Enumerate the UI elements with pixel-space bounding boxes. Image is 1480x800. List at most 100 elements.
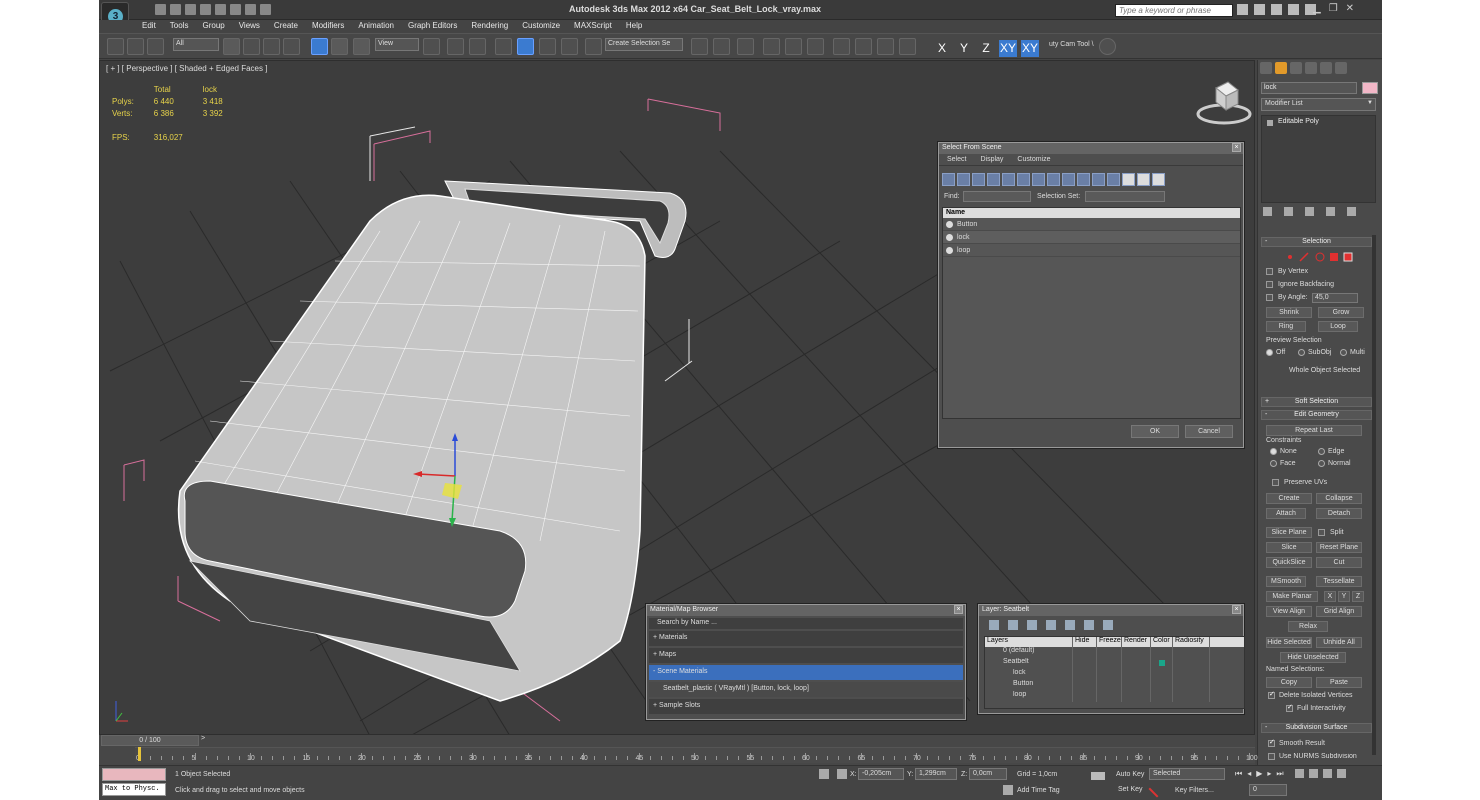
set-key-button[interactable]: Set Key bbox=[1118, 786, 1143, 793]
hide-all-layers-icon[interactable] bbox=[1084, 620, 1094, 630]
vray-icon[interactable] bbox=[1099, 38, 1116, 55]
close-icon[interactable]: × bbox=[1232, 143, 1241, 152]
show-end-result-icon[interactable] bbox=[1284, 207, 1293, 216]
close-icon[interactable]: × bbox=[954, 605, 963, 614]
restrict-xy-button[interactable]: XY bbox=[999, 40, 1017, 57]
configure-sets-icon[interactable] bbox=[1347, 207, 1356, 216]
preview-multi-radio[interactable] bbox=[1340, 349, 1347, 356]
zoom-icon[interactable] bbox=[1295, 769, 1304, 778]
select-dialog-titlebar[interactable]: Select From Scene × bbox=[939, 143, 1243, 154]
constraint-face-radio[interactable] bbox=[1270, 460, 1277, 467]
preview-off-radio[interactable] bbox=[1266, 349, 1273, 356]
menu-modifiers[interactable]: Modifiers bbox=[305, 20, 351, 33]
subscription-icon[interactable] bbox=[1254, 4, 1265, 15]
render-setup-icon[interactable] bbox=[855, 38, 872, 55]
preview-subobj-radio[interactable] bbox=[1298, 349, 1305, 356]
grow-button[interactable]: Grow bbox=[1318, 307, 1364, 318]
redo-icon[interactable] bbox=[215, 4, 226, 15]
material-browser-titlebar[interactable]: Material/Map Browser × bbox=[647, 605, 965, 616]
pivot-center-icon[interactable] bbox=[423, 38, 440, 55]
list-item[interactable]: lock bbox=[943, 231, 1240, 244]
time-slider-next-icon[interactable]: > bbox=[201, 735, 207, 746]
select-dialog-menu-select[interactable]: Select bbox=[947, 156, 966, 163]
subobject-level-icons[interactable] bbox=[1286, 251, 1356, 263]
scene-materials-group[interactable]: - Scene Materials bbox=[649, 665, 963, 680]
current-frame-marker[interactable] bbox=[138, 747, 141, 761]
stack-item-editable-poly[interactable]: Editable Poly bbox=[1264, 118, 1373, 128]
planar-y-button[interactable]: Y bbox=[1338, 591, 1350, 602]
name-column-header[interactable]: Name bbox=[943, 208, 1240, 218]
ok-button[interactable]: OK bbox=[1131, 425, 1179, 438]
make-unique-icon[interactable] bbox=[1305, 207, 1314, 216]
copy-button[interactable]: Copy bbox=[1266, 677, 1312, 688]
maxscript-listener-mini[interactable] bbox=[102, 768, 166, 781]
go-to-start-icon[interactable]: ⏮ bbox=[1235, 769, 1242, 779]
tessellate-button[interactable]: Tessellate bbox=[1316, 576, 1362, 587]
add-time-tag-button[interactable]: Add Time Tag bbox=[1017, 787, 1060, 794]
hide-column-header[interactable]: Hide bbox=[1073, 637, 1097, 647]
cancel-button[interactable]: Cancel bbox=[1185, 425, 1233, 438]
layer-object-name[interactable]: lock bbox=[985, 669, 1073, 680]
layer-color-swatch[interactable] bbox=[1159, 660, 1165, 666]
layer-object-name[interactable]: loop bbox=[985, 691, 1073, 702]
ring-button[interactable]: Ring bbox=[1266, 321, 1306, 332]
subdivision-surface-rollout-header[interactable]: - Subdivision Surface bbox=[1261, 723, 1372, 733]
play-icon[interactable]: ▶ bbox=[1256, 769, 1262, 779]
percent-snap-icon[interactable] bbox=[539, 38, 556, 55]
by-angle-checkbox[interactable] bbox=[1266, 294, 1273, 301]
slice-plane-button[interactable]: Slice Plane bbox=[1266, 527, 1312, 538]
slice-button[interactable]: Slice bbox=[1266, 542, 1312, 553]
minimize-icon[interactable]: ▁ bbox=[1313, 3, 1321, 14]
absolute-mode-icon[interactable] bbox=[837, 769, 847, 779]
y-coord-field[interactable]: 1,299cm bbox=[915, 768, 957, 780]
delete-isolated-checkbox[interactable] bbox=[1268, 690, 1275, 699]
create-button[interactable]: Create bbox=[1266, 493, 1312, 504]
key-selection-dropdown[interactable]: Selected bbox=[1149, 768, 1225, 780]
remove-modifier-icon[interactable] bbox=[1326, 207, 1335, 216]
layers-column-header[interactable]: Layers bbox=[985, 637, 1073, 647]
favorites-icon[interactable] bbox=[1288, 4, 1299, 15]
lights-filter-icon[interactable] bbox=[972, 173, 985, 186]
list-item[interactable]: Button bbox=[943, 218, 1240, 231]
mirror-icon[interactable] bbox=[691, 38, 708, 55]
list-item[interactable]: loop bbox=[943, 244, 1240, 257]
maxscript-input[interactable]: Max to Physc. bbox=[102, 783, 166, 796]
cut-button[interactable]: Cut bbox=[1316, 557, 1362, 568]
viewcube-icon[interactable] bbox=[1194, 78, 1254, 126]
paste-button[interactable]: Paste bbox=[1316, 677, 1362, 688]
select-and-rotate-icon[interactable] bbox=[331, 38, 348, 55]
utilities-tab-icon[interactable] bbox=[1335, 62, 1347, 74]
hide-selected-button[interactable]: Hide Selected bbox=[1266, 637, 1312, 648]
render-production-icon[interactable] bbox=[899, 38, 916, 55]
modify-tab-icon[interactable] bbox=[1275, 62, 1287, 74]
align-icon[interactable] bbox=[713, 38, 730, 55]
menu-tools[interactable]: Tools bbox=[163, 20, 196, 33]
menu-help[interactable]: Help bbox=[619, 20, 649, 33]
previous-frame-icon[interactable]: ◂ bbox=[1247, 769, 1251, 779]
select-and-move-icon[interactable] bbox=[311, 38, 328, 55]
create-tab-icon[interactable] bbox=[1260, 62, 1272, 74]
z-coord-field[interactable]: 0,0cm bbox=[969, 768, 1007, 780]
modifier-list-dropdown[interactable]: Modifier List bbox=[1261, 98, 1376, 111]
table-row[interactable]: loop bbox=[985, 691, 1244, 702]
constraint-normal-radio[interactable] bbox=[1318, 460, 1325, 467]
select-by-name-icon[interactable] bbox=[243, 38, 260, 55]
bones-filter-icon[interactable] bbox=[1062, 173, 1075, 186]
bind-spacewarp-icon[interactable] bbox=[147, 38, 164, 55]
table-row[interactable]: Seatbelt bbox=[985, 658, 1244, 669]
sample-slots-group[interactable]: + Sample Slots bbox=[649, 699, 963, 714]
pin-stack-icon[interactable] bbox=[1263, 207, 1272, 216]
detach-button[interactable]: Detach bbox=[1316, 508, 1362, 519]
collapse-button[interactable]: Collapse bbox=[1316, 493, 1362, 504]
make-planar-button[interactable]: Make Planar bbox=[1266, 591, 1318, 602]
rendered-frame-window-icon[interactable] bbox=[877, 38, 894, 55]
layer-name[interactable]: Seatbelt bbox=[985, 658, 1073, 669]
geometry-filter-icon[interactable] bbox=[942, 173, 955, 186]
set-key-icon[interactable] bbox=[1148, 780, 1166, 798]
zoom-all-icon[interactable] bbox=[1309, 769, 1318, 778]
next-frame-icon[interactable]: ▸ bbox=[1267, 769, 1271, 779]
helpers-filter-icon[interactable] bbox=[1002, 173, 1015, 186]
selection-set-dropdown[interactable] bbox=[1085, 191, 1165, 202]
material-search-input[interactable]: Search by Name ... bbox=[649, 618, 963, 629]
msmooth-button[interactable]: MSmooth bbox=[1266, 576, 1306, 587]
